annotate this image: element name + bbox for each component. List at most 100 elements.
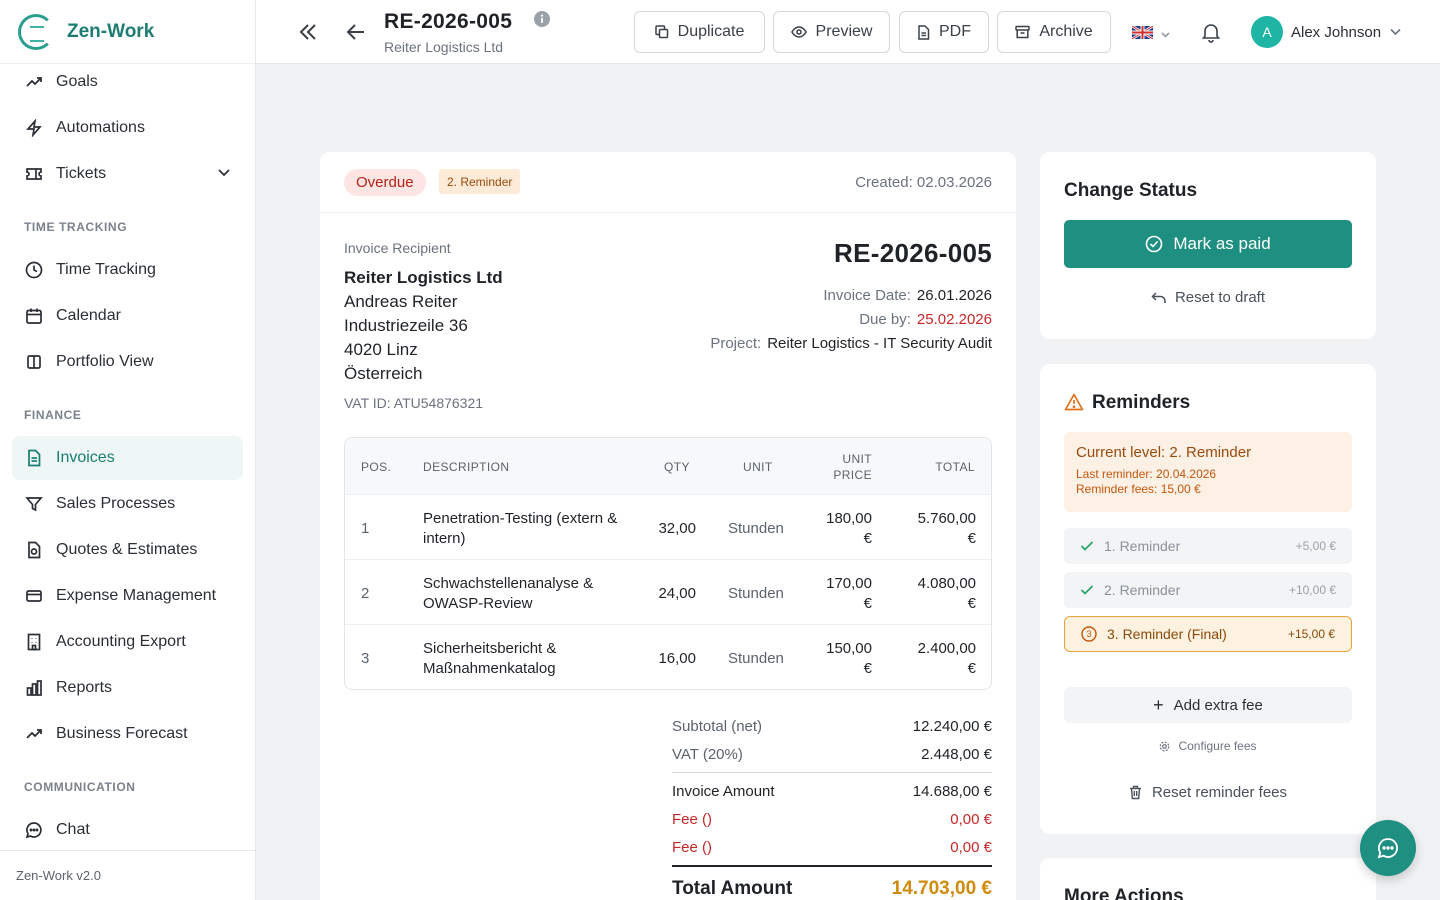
cell-total-value: 5.760,00	[917, 510, 976, 527]
reset-to-draft-button[interactable]: Reset to draft	[1040, 289, 1376, 306]
reminder-step-2[interactable]: 2. Reminder +10,00 €	[1064, 572, 1352, 608]
uk-flag-icon[interactable]	[1132, 26, 1153, 39]
avatar[interactable]: A	[1251, 16, 1283, 48]
invoice-date: 26.01.2026	[916, 287, 992, 304]
sidebar-item-tickets[interactable]: Tickets	[12, 152, 243, 196]
undo-icon	[1151, 291, 1166, 303]
table-row: 3 Sicherheitsbericht & Maßnahmenkatalog …	[345, 624, 991, 689]
grand-total-value: 14.703,00 €	[891, 878, 992, 899]
step-number-icon: 3	[1081, 626, 1097, 642]
reminder-badge: 2. Reminder	[439, 169, 521, 194]
sidebar-item-label: Automations	[56, 119, 145, 136]
more-actions-title: More Actions	[1064, 886, 1184, 900]
due-date-label: Due by:	[859, 311, 911, 328]
reset-reminder-fees-label: Reset reminder fees	[1151, 784, 1288, 801]
sidebar-item-accounting-export[interactable]: Accounting Export	[12, 620, 243, 664]
cell-unit-price-currency: €	[863, 595, 872, 612]
mark-as-paid-button[interactable]: Mark as paid	[1064, 220, 1352, 268]
plus-icon: +	[1153, 694, 1164, 715]
sidebar-item-sales-processes[interactable]: Sales Processes	[12, 482, 243, 526]
user-name[interactable]: Alex Johnson	[1291, 24, 1381, 41]
sidebar-item-label: Business Forecast	[56, 725, 188, 742]
mark-as-paid-label: Mark as paid	[1173, 234, 1271, 253]
sidebar-item-chat[interactable]: Chat	[12, 808, 243, 852]
pdf-label: PDF	[939, 23, 971, 40]
sidebar-item-automations[interactable]: Automations	[12, 106, 243, 150]
copy-icon	[654, 25, 668, 39]
subtotal-label: Subtotal (net)	[672, 717, 763, 735]
chevron-down-icon[interactable]	[1389, 25, 1402, 43]
reminder-step-label: 3. Reminder (Final)	[1107, 626, 1227, 642]
reset-reminder-fees-button[interactable]: Reset reminder fees	[1040, 784, 1376, 801]
sidebar-item-expense-management[interactable]: Expense Management	[12, 574, 243, 618]
reminder-step-1[interactable]: 1. Reminder +5,00 €	[1064, 528, 1352, 564]
invoice-card: Overdue 2. Reminder Created: 02.03.2026 …	[320, 152, 1016, 900]
sidebar-item-invoices[interactable]: Invoices	[12, 436, 243, 480]
add-extra-fee-label: Add extra fee	[1173, 696, 1263, 714]
chevron-down-icon[interactable]	[217, 165, 231, 184]
sidebar-item-quotes[interactable]: Quotes & Estimates	[12, 528, 243, 572]
col-unit-price: UNIT PRICE	[833, 451, 872, 483]
recipient-company: Reiter Logistics Ltd	[344, 268, 503, 287]
created-date: Created: 02.03.2026	[855, 174, 992, 191]
invoice-card-header: Overdue 2. Reminder Created: 02.03.2026	[320, 152, 1016, 213]
archive-label: Archive	[1039, 23, 1093, 40]
page-subtitle: Reiter Logistics Ltd	[384, 39, 504, 55]
col-unit-price-line1: UNIT	[842, 452, 872, 466]
recipient-address: Reiter Logistics Ltd Andreas Reiter Indu…	[344, 266, 503, 386]
sidebar-item-label: Time Tracking	[56, 261, 156, 278]
sidebar-item-label: Reports	[56, 679, 113, 696]
logo-text: Zen-Work	[67, 20, 155, 42]
sidebar-item-goals[interactable]: Goals	[12, 60, 243, 104]
add-extra-fee-button[interactable]: + Add extra fee	[1064, 687, 1352, 723]
section-time-tracking: TIME TRACKING	[24, 220, 128, 234]
sidebar-item-business-forecast[interactable]: Business Forecast	[12, 712, 243, 756]
more-actions-card: More Actions	[1040, 858, 1376, 900]
sidebar-item-portfolio-view[interactable]: Portfolio View	[12, 340, 243, 384]
sidebar-item-label: Portfolio View	[56, 353, 154, 370]
invoice-number: RE-2026-005	[834, 238, 992, 268]
recipient-country: Österreich	[344, 364, 423, 383]
subtotal-value: 12.240,00 €	[912, 717, 992, 735]
sidebar-item-calendar[interactable]: Calendar	[12, 294, 243, 338]
bell-icon[interactable]	[1200, 21, 1222, 48]
reminders-title: Reminders	[1092, 392, 1191, 413]
columns-icon	[24, 352, 44, 372]
logo[interactable]: Zen-Work	[0, 0, 255, 64]
invoice-amount-row: Invoice Amount 14.688,00 €	[672, 777, 992, 805]
configure-fees-link[interactable]: Configure fees	[1040, 739, 1376, 753]
reminder-step-3[interactable]: 3 3. Reminder (Final) +15,00 €	[1064, 616, 1352, 652]
file-icon	[918, 24, 930, 40]
col-qty: QTY	[664, 460, 690, 474]
chat-fab-button[interactable]	[1360, 820, 1416, 876]
reminder-fees: Reminder fees: 15,00 €	[1076, 482, 1201, 496]
totals-block: Subtotal (net) 12.240,00 € VAT (20%) 2.448…	[672, 712, 992, 900]
logo-icon	[18, 13, 54, 50]
reminder-step-fee: +15,00 €	[1287, 627, 1335, 641]
grand-total-label: Total Amount	[672, 878, 793, 899]
collapse-sidebar-icon[interactable]	[296, 20, 320, 44]
sidebar-item-label: Accounting Export	[56, 633, 186, 650]
line-items-table: POS. DESCRIPTION QTY UNIT UNIT PRICE TOTA…	[344, 437, 992, 690]
cell-qty: 32,00	[658, 520, 696, 537]
info-icon[interactable]	[534, 11, 550, 32]
archive-button[interactable]: Archive	[997, 11, 1111, 53]
change-status-title: Change Status	[1064, 180, 1198, 201]
pdf-button[interactable]: PDF	[899, 11, 989, 53]
sidebar-item-label: Tickets	[56, 165, 107, 182]
sidebar-nav: Goals Automations Tickets TIME TRACKING …	[0, 60, 255, 852]
sidebar-item-label: Quotes & Estimates	[56, 541, 198, 558]
sidebar-item-reports[interactable]: Reports	[12, 666, 243, 710]
duplicate-button[interactable]: Duplicate	[634, 11, 765, 53]
funnel-icon	[24, 494, 44, 514]
project-name[interactable]: Reiter Logistics - IT Security Audit	[767, 335, 992, 352]
table-header: POS. DESCRIPTION QTY UNIT UNIT PRICE TOTA…	[345, 438, 991, 494]
duplicate-label: Duplicate	[677, 23, 745, 40]
cell-unit: Stunden	[728, 520, 784, 537]
language-chevron-icon[interactable]	[1160, 27, 1171, 45]
back-arrow-icon[interactable]	[344, 20, 368, 44]
sidebar-item-time-tracking[interactable]: Time Tracking	[12, 248, 243, 292]
preview-button[interactable]: Preview	[773, 11, 890, 53]
cell-total-currency: €	[967, 660, 976, 677]
fee-value: 0,00 €	[950, 838, 992, 856]
